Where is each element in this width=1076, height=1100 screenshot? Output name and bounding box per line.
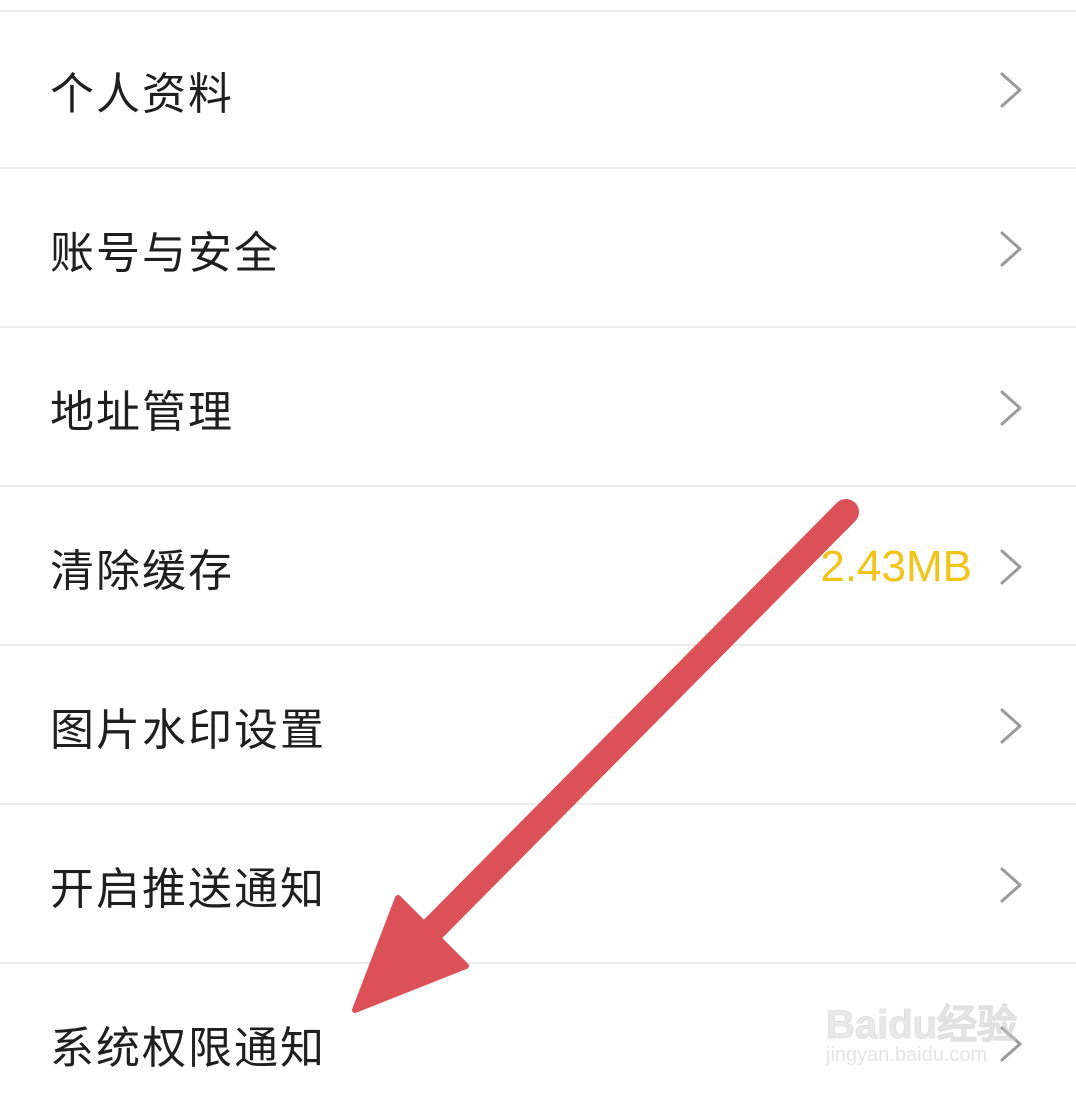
chevron-right-icon: [998, 70, 1024, 110]
chevron-right-icon: [998, 865, 1024, 905]
settings-item-address[interactable]: 地址管理: [0, 330, 1076, 487]
settings-item-label: 图片水印设置: [50, 704, 326, 756]
settings-item-label: 系统权限通知: [50, 1023, 326, 1074]
settings-list: 个人资料 账号与安全 地址管理 清除缓存 2.43MB 图片水印设置 开启推送通…: [0, 0, 1076, 1100]
settings-item-label: 个人资料: [50, 68, 234, 120]
cache-size-value: 2.43MB: [820, 541, 972, 591]
chevron-right-icon: [998, 706, 1024, 746]
settings-item-label: 清除缓存: [50, 545, 234, 597]
chevron-right-icon: [998, 229, 1024, 269]
settings-item-profile[interactable]: 个人资料: [0, 12, 1076, 169]
chevron-right-icon: [998, 547, 1024, 587]
baidu-jingyan-watermark: Baidu经验 jingyan.baidu.com: [825, 984, 1026, 1080]
settings-item-clear-cache[interactable]: 清除缓存 2.43MB: [0, 489, 1076, 646]
settings-item-push-notifications[interactable]: 开启推送通知: [0, 807, 1076, 964]
watermark-url: jingyan.baidu.com: [826, 1044, 988, 1066]
watermark-logo: Baidu经验: [825, 1003, 1018, 1048]
settings-item-label: 开启推送通知: [50, 863, 326, 915]
chevron-right-icon: [998, 388, 1024, 428]
settings-item-image-watermark[interactable]: 图片水印设置: [0, 648, 1076, 805]
settings-item-label: 账号与安全: [50, 227, 280, 279]
settings-item-account-security[interactable]: 账号与安全: [0, 171, 1076, 328]
settings-item-label: 地址管理: [50, 386, 234, 438]
